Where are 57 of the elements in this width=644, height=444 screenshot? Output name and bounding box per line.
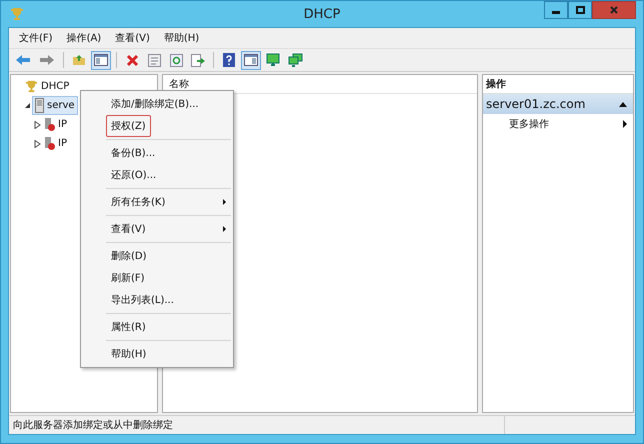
context-menu-item[interactable]: 属性(R) [106, 316, 231, 338]
folder-icon [72, 54, 86, 66]
status-text: 向此服务器添加绑定或从中删除绑定 [12, 418, 174, 433]
context-menu-item[interactable]: 还原(O)... [106, 164, 231, 186]
forward-arrow-icon [39, 54, 55, 66]
back-arrow-icon [15, 54, 31, 66]
action-item[interactable]: 更多操作 [483, 114, 633, 134]
trophy-icon [25, 80, 38, 93]
column-header[interactable]: 名称 [163, 77, 195, 91]
menu-item[interactable]: 操作(A) [60, 31, 108, 45]
actions-section-header[interactable]: server01.zc.com [483, 94, 633, 114]
tree-label: serve [47, 100, 75, 111]
context-menu-item[interactable]: 删除(D) [106, 245, 231, 267]
toolbar-button[interactable] [91, 50, 111, 70]
server-icon [35, 98, 44, 113]
window-pane-icon [244, 54, 258, 66]
context-menu-item[interactable]: 查看(V) [106, 218, 231, 240]
context-menu-item[interactable]: 备份(B)... [106, 142, 231, 164]
tree-item[interactable]: DHCP [22, 78, 72, 95]
delete-icon [126, 54, 138, 66]
submenu-arrow-icon [623, 120, 627, 128]
server-error-icon [45, 118, 55, 131]
maximize-icon [576, 6, 584, 14]
close-button[interactable] [592, 1, 636, 19]
window-title: DHCP [304, 6, 340, 22]
tree-label: DHCP [41, 81, 70, 92]
monitors-icon [288, 53, 303, 67]
monitor-icon [266, 53, 280, 67]
tree-item[interactable]: IP [42, 135, 70, 152]
context-menu-item[interactable]: 授权(Z) [106, 115, 151, 137]
toolbar-button[interactable] [241, 50, 261, 70]
context-menu-item[interactable]: 帮助(H) [106, 343, 231, 365]
context-menu-item[interactable]: 所有任务(K) [106, 191, 231, 213]
window-pane-icon [94, 54, 108, 66]
server-error-icon [45, 137, 55, 150]
close-icon [610, 6, 618, 14]
tree-label: IP [58, 138, 67, 149]
section-title: server01.zc.com [486, 97, 586, 111]
expanded-arrow-icon[interactable] [24, 102, 31, 109]
tree-label: IP [58, 119, 67, 130]
menu-item[interactable]: 查看(V) [109, 31, 156, 45]
help-icon [223, 53, 235, 67]
collapsed-arrow-icon[interactable] [34, 140, 41, 148]
context-menu-item[interactable]: 刷新(F) [106, 267, 231, 289]
tree-item[interactable]: IP [42, 116, 70, 133]
collapsed-arrow-icon[interactable] [34, 120, 41, 128]
minimize-button[interactable] [544, 1, 568, 19]
menu-item[interactable]: 帮助(H) [158, 31, 206, 45]
refresh-icon [170, 54, 182, 66]
menu-item[interactable]: 文件(F) [13, 31, 59, 45]
maximize-button[interactable] [568, 1, 592, 19]
export-icon [191, 54, 205, 66]
context-menu-item[interactable]: 添加/删除绑定(B)... [106, 93, 231, 115]
context-menu-item[interactable]: 导出列表(L)... [106, 289, 231, 311]
trophy-icon [10, 7, 24, 21]
tree-item[interactable]: serve [32, 96, 78, 115]
properties-icon [148, 54, 160, 66]
